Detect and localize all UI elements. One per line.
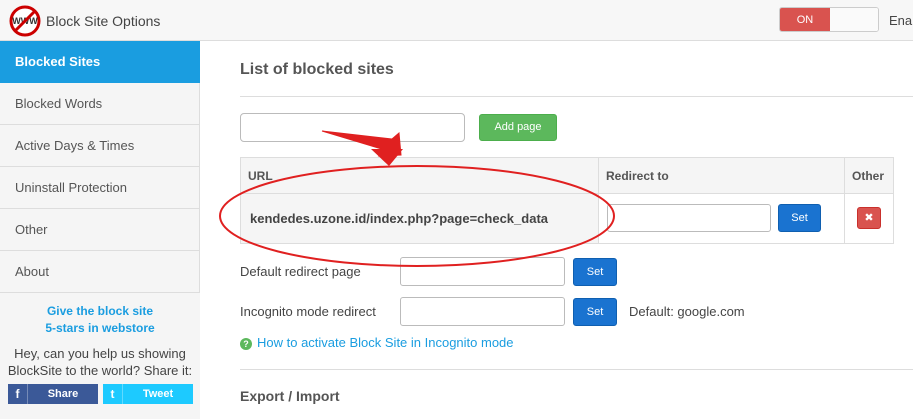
- rate-link[interactable]: Give the block site 5-stars in webstore: [0, 303, 200, 337]
- column-header-url: URL: [241, 158, 599, 194]
- incognito-redirect-input[interactable]: [400, 297, 565, 326]
- sidebar-item-active-days[interactable]: Active Days & Times: [0, 125, 200, 167]
- twitter-icon: t: [103, 384, 123, 404]
- default-redirect-label: Default redirect page: [240, 264, 361, 279]
- rate-line-2: 5-stars in webstore: [45, 321, 155, 335]
- sidebar-item-blocked-words[interactable]: Blocked Words: [0, 83, 200, 125]
- tweet-button-label: Tweet: [142, 388, 174, 400]
- sidebar-item-about[interactable]: About: [0, 251, 200, 293]
- page-title: List of blocked sites: [240, 61, 394, 78]
- share-line-1: Hey, can you help us showing: [14, 346, 186, 361]
- share-prompt: Hey, can you help us showing BlockSite t…: [0, 345, 200, 379]
- share-button-label: Share: [47, 388, 79, 400]
- default-redirect-input[interactable]: [400, 257, 565, 286]
- sidebar-item-blocked-sites[interactable]: Blocked Sites: [0, 41, 200, 83]
- toggle-on-label: ON: [780, 8, 830, 31]
- add-page-input[interactable]: [240, 113, 465, 142]
- app-title: Block Site Options: [46, 13, 161, 29]
- redirect-input[interactable]: [607, 204, 771, 232]
- enable-toggle[interactable]: ON: [779, 7, 879, 32]
- redirect-cell: Set: [599, 194, 845, 243]
- set-default-redirect-button[interactable]: Set: [573, 258, 617, 286]
- incognito-help-text: How to activate Block Site in Incognito …: [257, 335, 514, 350]
- facebook-share-button[interactable]: f Share: [8, 384, 98, 404]
- toggle-knob[interactable]: [830, 8, 878, 31]
- enable-label: Ena: [889, 13, 913, 28]
- block-site-logo-icon: WWW: [9, 5, 41, 37]
- divider: [240, 369, 913, 370]
- export-import-heading: Export / Import: [240, 388, 340, 404]
- add-page-button[interactable]: Add page: [479, 114, 557, 141]
- set-redirect-button[interactable]: Set: [778, 204, 821, 232]
- delete-icon[interactable]: ✖: [857, 207, 881, 229]
- facebook-icon: f: [8, 384, 28, 404]
- other-cell: ✖: [845, 194, 893, 243]
- share-line-2: BlockSite to the world? Share it:: [7, 363, 193, 378]
- column-header-other: Other: [845, 158, 893, 194]
- incognito-help-link[interactable]: ? How to activate Block Site in Incognito…: [240, 335, 514, 350]
- incognito-redirect-label: Incognito mode redirect: [240, 304, 376, 319]
- divider: [240, 96, 913, 97]
- column-header-redirect: Redirect to: [599, 158, 845, 194]
- app-header: WWW Block Site Options ON Ena: [0, 0, 913, 41]
- blocked-url-cell: kendedes.uzone.id/index.php?page=check_d…: [241, 194, 599, 243]
- twitter-tweet-button[interactable]: t Tweet: [103, 384, 193, 404]
- incognito-default-note: Default: google.com: [629, 304, 745, 319]
- set-incognito-redirect-button[interactable]: Set: [573, 298, 617, 326]
- blocked-sites-table: URL Redirect to Other kendedes.uzone.id/…: [240, 157, 894, 244]
- rate-line-1: Give the block site: [46, 304, 154, 318]
- help-icon: ?: [240, 338, 252, 350]
- sidebar-item-other[interactable]: Other: [0, 209, 200, 251]
- sidebar: Blocked Sites Blocked Words Active Days …: [0, 41, 200, 419]
- sidebar-item-uninstall-protection[interactable]: Uninstall Protection: [0, 167, 200, 209]
